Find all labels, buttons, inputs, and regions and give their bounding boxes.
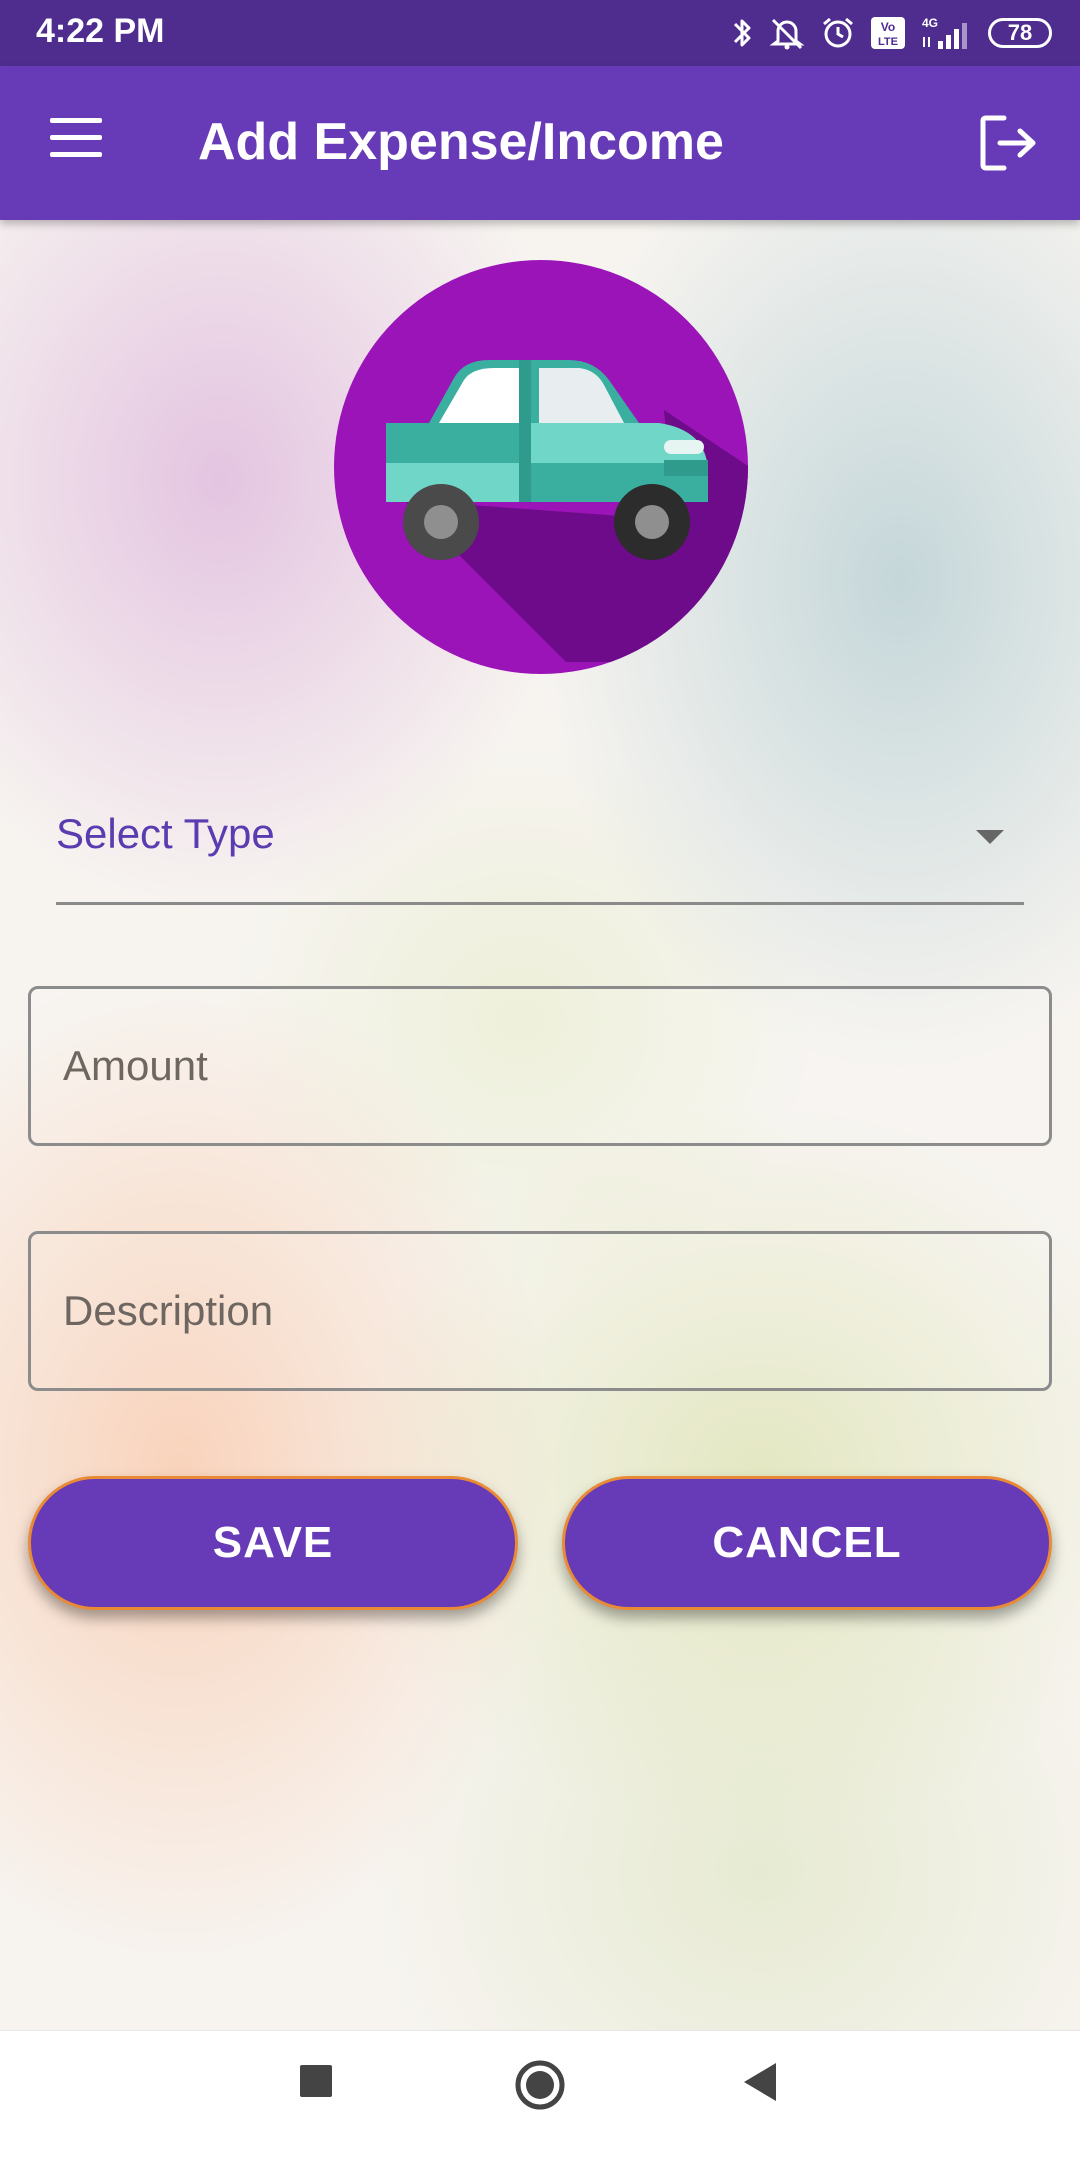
form-area: Select Type SAVE CANCEL bbox=[0, 220, 1080, 2030]
mute-icon bbox=[769, 18, 805, 50]
status-icons: Vo LTE 4G 78 bbox=[730, 10, 1052, 56]
amount-input[interactable] bbox=[31, 989, 1049, 1143]
cancel-button[interactable]: CANCEL bbox=[562, 1476, 1052, 1610]
status-bar: 4:22 PM Vo LTE 4G 78 bbox=[0, 0, 1080, 66]
hamburger-menu-icon[interactable] bbox=[50, 118, 102, 160]
page-title: Add Expense/Income bbox=[198, 113, 724, 171]
save-button[interactable]: SAVE bbox=[28, 1476, 518, 1610]
svg-text:LTE: LTE bbox=[878, 36, 898, 48]
alarm-icon bbox=[823, 17, 853, 48]
volte-icon: Vo LTE bbox=[871, 17, 905, 49]
status-time: 4:22 PM bbox=[36, 12, 165, 50]
description-field bbox=[28, 1231, 1052, 1391]
select-type-dropdown[interactable]: Select Type bbox=[56, 780, 1024, 905]
home-icon[interactable] bbox=[514, 2059, 566, 2111]
dropdown-arrow-icon bbox=[976, 830, 1004, 844]
back-icon[interactable] bbox=[742, 2061, 778, 2103]
svg-text:Vo: Vo bbox=[881, 20, 895, 34]
logout-icon[interactable] bbox=[978, 112, 1040, 174]
bluetooth-icon bbox=[733, 19, 751, 47]
svg-text:4G: 4G bbox=[922, 16, 938, 30]
select-type-label: Select Type bbox=[56, 810, 275, 857]
recents-icon[interactable] bbox=[298, 2063, 334, 2099]
battery-icon: 78 bbox=[988, 18, 1052, 48]
description-input[interactable] bbox=[31, 1234, 1049, 1388]
car-icon[interactable] bbox=[334, 260, 748, 674]
signal-icon: 4G bbox=[922, 16, 967, 49]
app-bar: Add Expense/Income bbox=[0, 66, 1080, 220]
navigation-bar bbox=[0, 2030, 1080, 2161]
amount-field bbox=[28, 986, 1052, 1146]
